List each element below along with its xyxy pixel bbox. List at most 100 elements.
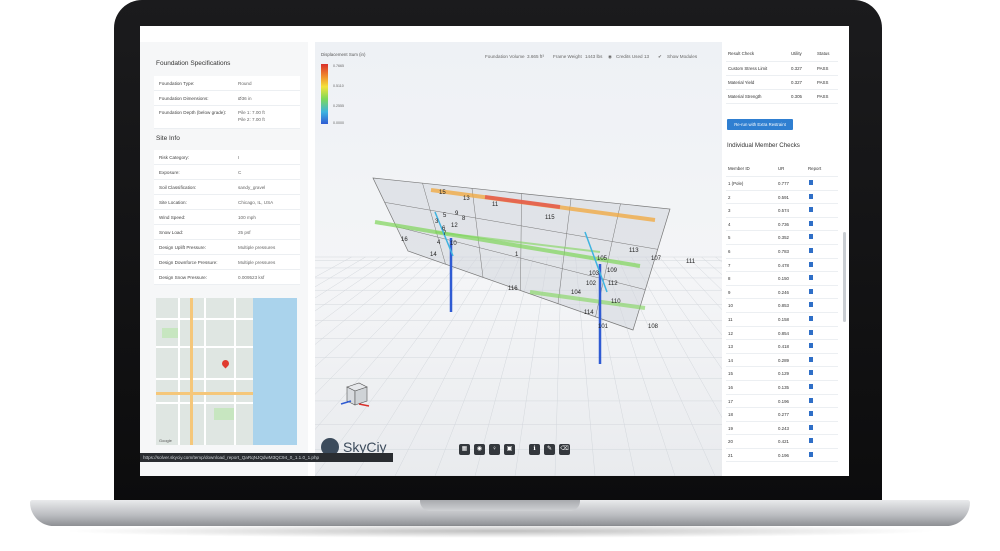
member-label: 11 [492,202,499,208]
site-row: Snow Load: 25 psf [154,225,300,240]
table-row: Material Strength 0.305 PASS [726,90,838,104]
grid-line [701,256,722,276]
report-doc-icon[interactable] [809,451,813,457]
site-value: I [238,155,240,160]
header-cell: Result Check [728,51,755,56]
report-doc-icon[interactable] [809,261,813,267]
member-ur: 0.150 [778,276,789,282]
member-id: 11 [728,316,733,322]
member-checks-table: Member ID UR Report 1 (Pole) 0.777 2 0.591 3… [726,160,838,463]
member-row: 5 0.352 [726,231,838,245]
member-id: 6 [728,248,731,254]
member-id: 16 [728,384,733,390]
site-key: Risk Category: [159,155,190,160]
site-key: Design Downforce Pressure: [159,260,218,265]
eraser-button[interactable]: ⌫ [559,444,570,455]
member-id: 12 [728,330,733,336]
member-id: 3 [728,208,731,214]
info-button[interactable]: ℹ [529,444,540,455]
member-ur: 0.478 [778,262,789,268]
app-screen: Foundation Specifications Foundation Typ… [140,26,849,476]
site-row: Design Snow Pressure: 0.009523 ksf [154,270,300,285]
grid-line [687,256,722,291]
report-doc-icon[interactable] [809,193,813,199]
camera-button[interactable]: ▣ [504,444,515,455]
site-value: Chicago, IL, USA [238,200,274,205]
site-key: Site Location: [159,200,187,205]
report-doc-icon[interactable] [809,343,813,349]
report-doc-icon[interactable] [809,247,813,253]
grid-line [659,256,722,336]
member-label: 114 [584,310,594,316]
member-row: 13 0.418 [726,340,838,354]
report-doc-icon[interactable] [809,329,813,335]
pen-button[interactable]: ✎ [544,444,555,455]
member-checks-title: Individual Member Checks [727,142,800,149]
member-label: 113 [629,248,639,254]
report-doc-icon[interactable] [809,370,813,376]
member-row: 4 0.736 [726,218,838,232]
member-ur: 0.277 [778,412,789,418]
member-id: 7 [728,262,731,268]
foundation-specs-title: Foundation Specifications [156,60,231,67]
model-scene[interactable]: 1513115 98312674 101614 1115116105113107 111… [315,42,722,476]
member-label: 110 [611,299,621,305]
site-value: 25 psf [238,230,251,235]
report-doc-icon[interactable] [809,397,813,403]
report-doc-icon[interactable] [809,288,813,294]
view-cube-icon[interactable] [339,377,371,409]
report-doc-icon[interactable] [809,207,813,213]
report-doc-icon[interactable] [809,424,813,430]
panel-scrollbar[interactable] [843,232,846,322]
member-id: 2 [728,194,731,200]
site-map[interactable]: Google [156,298,297,445]
spec-value: Pile 2: 7.00 ft [238,117,265,122]
utility-value: 0.327 [791,66,802,71]
results-panel: Result Check Utility Status Custom Stres… [722,42,849,476]
member-ur: 0.854 [778,330,789,336]
member-id: 19 [728,425,733,431]
member-id: 10 [728,303,733,309]
member-id: 20 [728,439,733,445]
site-value: C [238,170,242,175]
report-doc-icon[interactable] [809,411,813,417]
spec-value: Pile 1: 7.00 ft [238,110,265,115]
member-id: 1 (Pole) [728,181,744,186]
report-doc-icon[interactable] [809,234,813,240]
grid-view-button[interactable]: ▦ [459,444,470,455]
report-doc-icon[interactable] [809,315,813,321]
site-info-title: Site Info [156,135,180,142]
member-row: 16 0.135 [726,381,838,395]
member-id: 18 [728,412,733,418]
left-panel: Foundation Specifications Foundation Typ… [140,42,308,476]
site-row: Site Location: Chicago, IL, USA [154,195,300,210]
member-id: 4 [728,221,731,227]
site-row: Soil Classification: sandy_gravel [154,180,300,195]
report-doc-icon[interactable] [809,220,813,226]
report-doc-icon[interactable] [809,356,813,362]
report-doc-icon[interactable] [809,275,813,281]
member-label: 101 [598,324,609,330]
rerun-extra-restraint-button[interactable]: Re-run with Extra Restraint [727,119,793,130]
member-ur: 0.574 [778,208,789,214]
spec-key: Foundation Dimensions: [159,96,209,101]
report-doc-icon[interactable] [809,302,813,308]
member-label: 112 [608,281,618,287]
table-header: Member ID UR Report [726,160,838,177]
site-key: Wind Speed: [159,215,186,220]
grid-line [673,256,722,311]
eye-view-button[interactable]: ◉ [474,444,485,455]
member-ur: 0.246 [778,289,789,295]
3d-viewport[interactable]: Displacement Sum (in) 0.7665 0.5110 0.25… [315,42,722,476]
site-value: sandy_gravel [238,185,266,190]
member-id: 8 [728,276,731,282]
member-ur: 0.777 [778,181,789,186]
member-label: 111 [686,259,696,265]
member-row: 6 0.783 [726,245,838,259]
bulb-button[interactable]: ♀ [489,444,500,455]
report-doc-icon[interactable] [809,180,813,185]
report-doc-icon[interactable] [809,383,813,389]
member-row: 11 0.158 [726,313,838,327]
check-name: Custom Stress Limit [728,66,768,71]
report-doc-icon[interactable] [809,438,813,444]
